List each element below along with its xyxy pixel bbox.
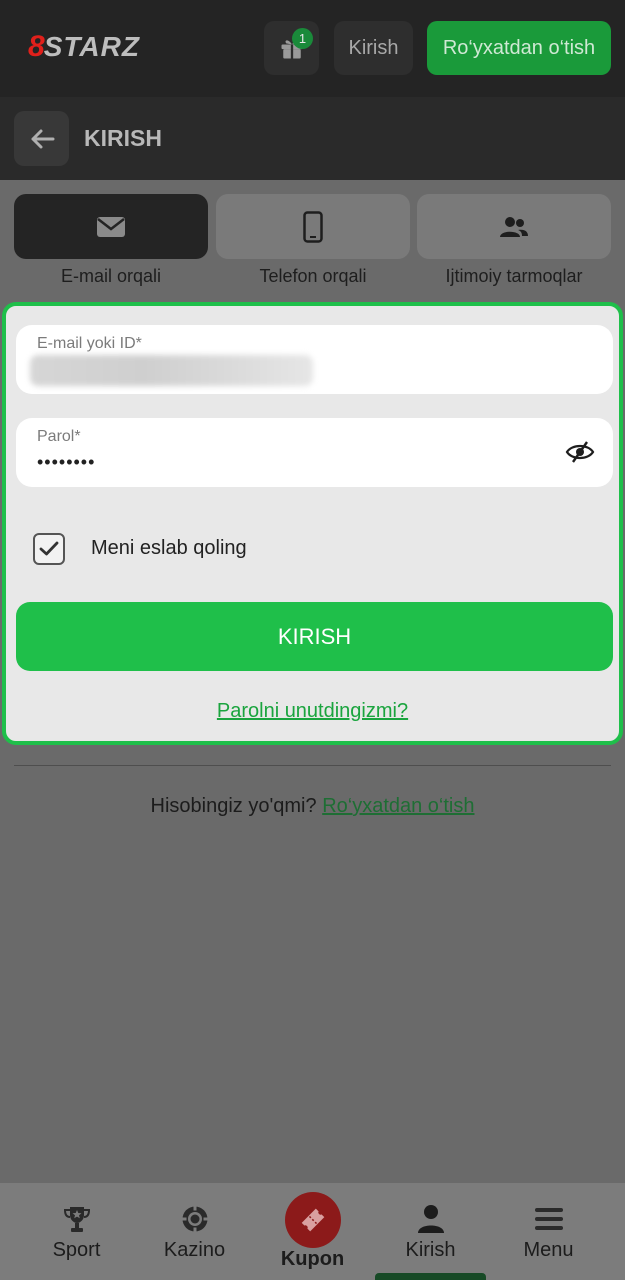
email-field-label: E-mail yoki ID* — [37, 335, 142, 352]
login-submit-button[interactable]: KIRISH — [16, 602, 613, 671]
divider — [14, 765, 611, 766]
arrow-left-icon — [31, 129, 54, 148]
forgot-password-link[interactable]: Parolni unutdingizmi? — [6, 700, 619, 723]
people-icon — [500, 216, 528, 237]
nav-kirish[interactable]: Kirish — [368, 1183, 493, 1280]
no-account-row: Hisobingiz yo'qmi? Ro‘yxatdan o‘tish — [0, 795, 625, 818]
tab-email-label: E-mail orqali — [60, 266, 162, 286]
tab-email[interactable] — [14, 194, 208, 259]
logo-text: STARZ — [43, 31, 140, 62]
brand-logo[interactable]: 8 STARZ — [28, 30, 140, 64]
checkmark-icon — [39, 541, 59, 556]
nav-menu-label: Menu — [523, 1239, 574, 1261]
top-header: 8 STARZ 1 Kirish Ro‘yxatdan o‘tish — [0, 0, 625, 97]
remember-me-checkbox[interactable] — [33, 533, 65, 565]
remember-me-label[interactable]: Meni eslab qoling — [91, 537, 247, 560]
tab-phone-label: Telefon orqali — [259, 266, 367, 286]
page-title: KIRISH — [84, 125, 162, 151]
nav-menu[interactable]: Menu — [486, 1183, 611, 1280]
header-login-button[interactable]: Kirish — [334, 21, 413, 75]
header-register-button[interactable]: Ro‘yxatdan o‘tish — [427, 21, 611, 75]
no-account-text: Hisobingiz yo'qmi? — [150, 795, 317, 817]
nav-kazino-label: Kazino — [163, 1239, 226, 1261]
nav-kirish-label: Kirish — [405, 1239, 456, 1261]
page-header: KIRISH — [0, 97, 625, 180]
email-field-value-redacted — [30, 355, 313, 386]
back-button[interactable] — [14, 111, 69, 166]
active-nav-indicator — [375, 1273, 486, 1280]
tab-phone[interactable] — [216, 194, 410, 259]
password-field-label: Parol* — [37, 428, 81, 445]
envelope-icon — [97, 216, 125, 237]
tab-social-label: Ijtimoiy tarmoqlar — [445, 266, 583, 286]
nav-sport[interactable]: Sport — [14, 1183, 139, 1280]
eye-off-icon[interactable] — [565, 440, 595, 464]
tab-social[interactable] — [417, 194, 611, 259]
login-form: E-mail yoki ID* Parol* •••••••• Meni esl… — [2, 302, 623, 745]
casino-chip-icon — [182, 1206, 207, 1232]
email-field[interactable]: E-mail yoki ID* — [16, 325, 613, 394]
phone-icon — [303, 210, 323, 243]
nav-kazino[interactable]: Kazino — [132, 1183, 257, 1280]
hamburger-menu-icon — [534, 1208, 563, 1230]
gift-badge: 1 — [292, 28, 313, 49]
logo-mark: 8 — [28, 30, 45, 63]
password-field[interactable]: Parol* •••••••• — [16, 418, 613, 487]
trophy-icon — [63, 1207, 90, 1232]
nav-kupon-button[interactable] — [285, 1192, 341, 1248]
register-link[interactable]: Ro‘yxatdan o‘tish — [322, 795, 474, 817]
nav-kupon-label[interactable]: Kupon — [250, 1248, 375, 1271]
nav-sport-label: Sport — [52, 1239, 101, 1261]
gift-button[interactable]: 1 — [264, 21, 319, 75]
password-field-value: •••••••• — [37, 452, 96, 472]
ticket-icon — [301, 1208, 325, 1232]
user-icon — [417, 1205, 444, 1233]
